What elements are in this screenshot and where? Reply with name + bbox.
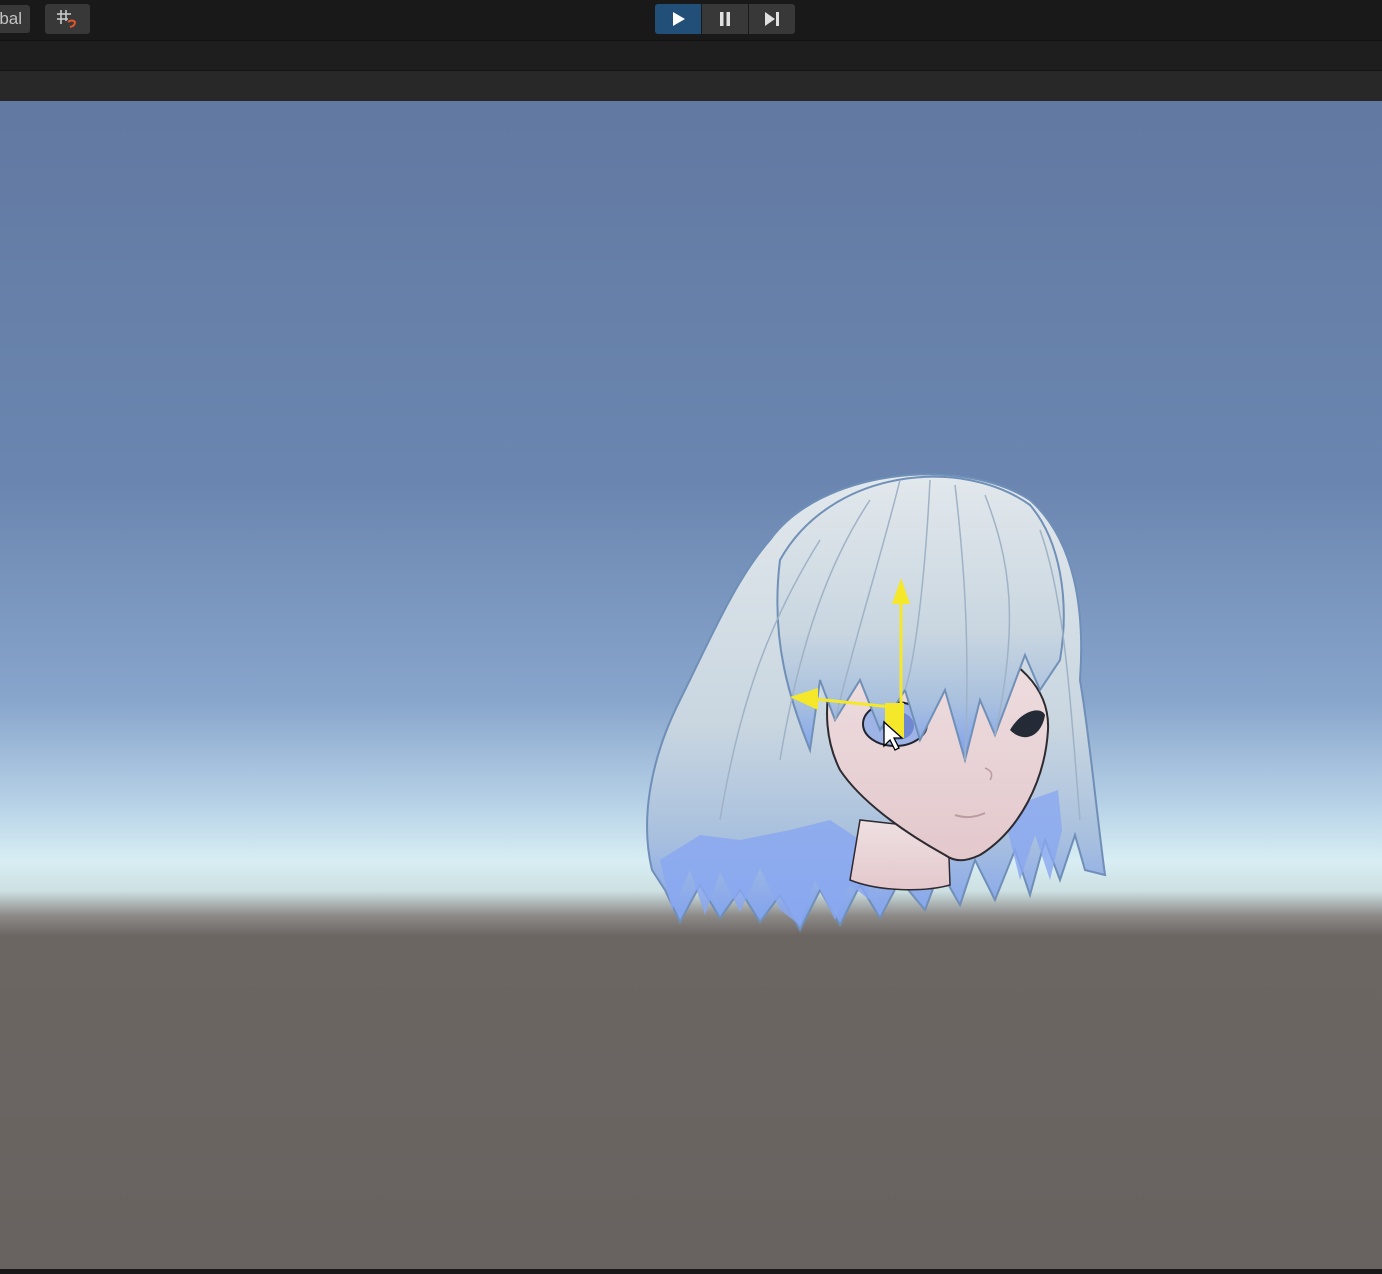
pivot-rotation-toggle[interactable]: bal	[0, 5, 30, 33]
scene-tab-bar	[0, 41, 1382, 70]
bottom-status-bar	[0, 1269, 1382, 1274]
grid-snap-button[interactable]	[45, 4, 90, 34]
anime-head-model[interactable]	[646, 473, 1107, 933]
pause-button[interactable]	[702, 4, 748, 34]
scene-viewport[interactable]	[0, 101, 1382, 1269]
step-button[interactable]	[749, 4, 795, 34]
pause-icon	[720, 12, 730, 26]
main-toolbar: bal	[0, 0, 1382, 41]
play-button[interactable]	[655, 4, 701, 34]
scene-view-toolbar	[0, 70, 1382, 102]
play-icon	[673, 12, 685, 26]
play-mode-controls	[655, 4, 796, 34]
grid-snap-icon	[57, 10, 77, 28]
step-icon	[765, 12, 779, 26]
